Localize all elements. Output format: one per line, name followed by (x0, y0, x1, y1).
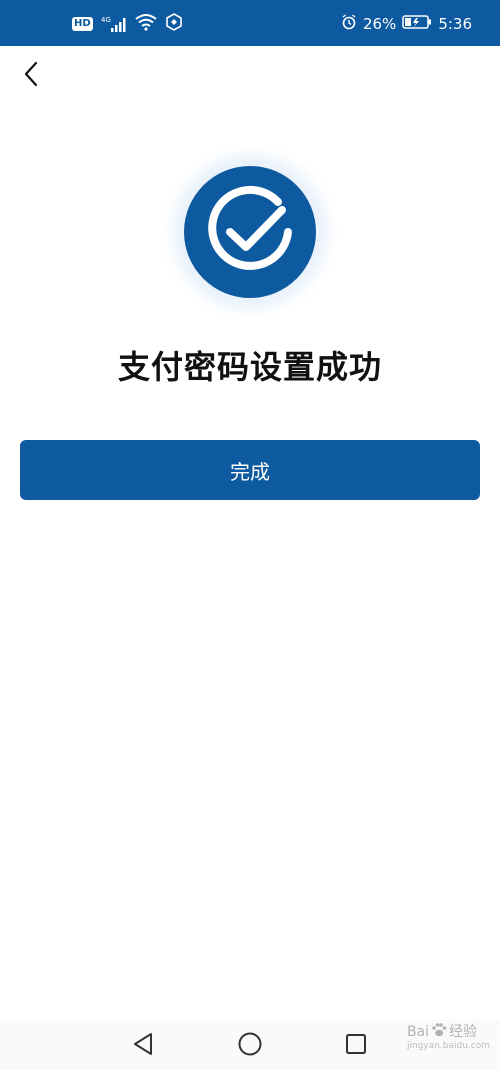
watermark-url: jingyan.baidu.com (406, 1041, 490, 1051)
hd-icon: HD (72, 17, 93, 31)
hotspot-icon (165, 13, 183, 35)
status-bar: HD 4G 26% 5:36 (0, 0, 500, 46)
battery-percent: 26% (362, 15, 397, 33)
watermark-brand-suffix: 经验 (449, 1023, 478, 1040)
clock-time: 5:36 (438, 15, 472, 33)
nav-back-button[interactable] (126, 1029, 160, 1063)
back-triangle-icon (132, 1032, 154, 1060)
svg-text:4G: 4G (101, 16, 111, 24)
page-title: 支付密码设置成功 (117, 348, 382, 386)
check-circle-icon (158, 140, 342, 324)
watermark-brand: Bai (406, 1023, 430, 1040)
nav-recents-button[interactable] (339, 1029, 373, 1063)
done-button-label: 完成 (230, 459, 270, 484)
home-circle-icon (237, 1031, 263, 1061)
signal-icon: 4G (101, 15, 127, 33)
baidu-jingyan-watermark: Bai 经验 jingyan.baidu.com (407, 1022, 490, 1051)
back-button[interactable] (14, 58, 48, 94)
done-button[interactable]: 完成 (20, 440, 480, 500)
battery-charging-icon (402, 14, 432, 34)
nav-home-button[interactable] (233, 1029, 267, 1063)
recents-square-icon (345, 1033, 367, 1059)
paw-icon (431, 1022, 447, 1041)
alarm-icon (341, 14, 357, 34)
wifi-icon (135, 13, 157, 35)
status-left-icons: HD 4G (72, 13, 183, 35)
chevron-left-icon (23, 61, 39, 91)
status-right-icons: 26% 5:36 (341, 13, 472, 35)
